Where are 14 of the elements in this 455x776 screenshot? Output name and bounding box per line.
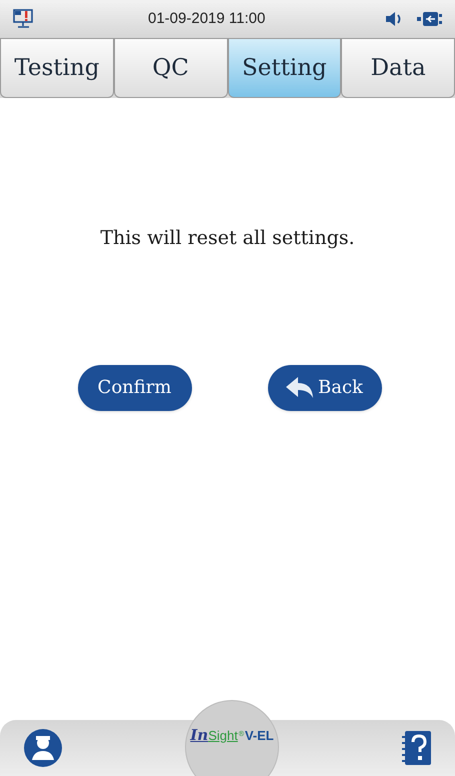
tab[interactable]: QC <box>114 38 228 98</box>
date-time: 01-09-2019 11:00 <box>148 8 266 29</box>
user-profile-icon[interactable] <box>24 729 62 767</box>
back-button[interactable]: Back <box>268 364 382 410</box>
help-book-icon[interactable] <box>401 730 431 766</box>
tab[interactable]: Testing <box>0 38 114 98</box>
back-arrow-icon <box>286 376 314 398</box>
tab[interactable]: Data <box>341 38 455 98</box>
monitor-alert-icon <box>12 8 36 30</box>
tab[interactable]: Setting <box>228 38 342 98</box>
battery-plug-icon <box>417 11 443 27</box>
reset-warning-message: This will reset all settings. <box>100 226 355 251</box>
confirm-button[interactable]: Confirm <box>78 364 192 410</box>
logo-text: InSight$^{®}$V-EL <box>190 724 274 746</box>
